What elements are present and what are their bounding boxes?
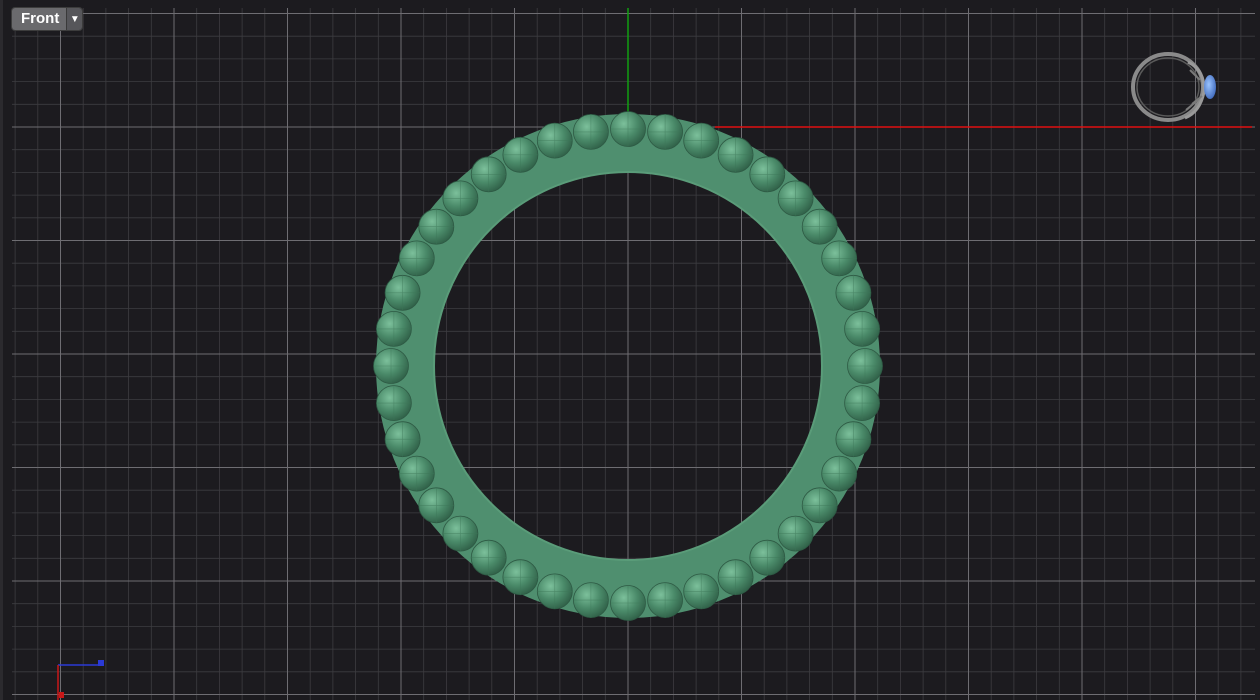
triangle-down-icon[interactable]: ▼ [66,8,83,30]
viewport-title-control[interactable]: Front ▼ [12,8,83,30]
viewport-name-label[interactable]: Front [12,8,67,30]
viewport-canvas[interactable] [0,0,1260,700]
viewport-left-border [0,0,3,700]
front-viewport[interactable]: Front ▼ [0,0,1260,700]
ring-preview-icon [1131,52,1216,122]
